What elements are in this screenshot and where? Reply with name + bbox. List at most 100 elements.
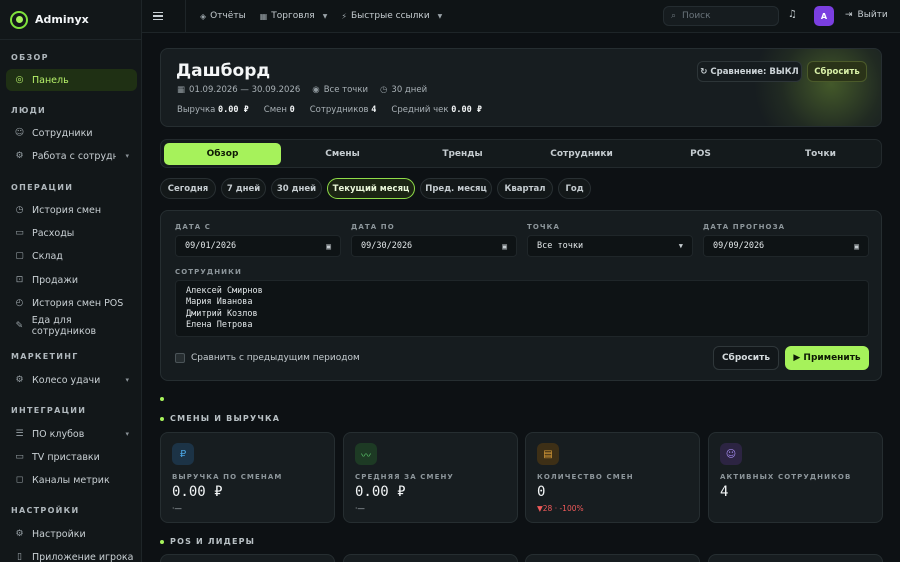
topbar-link-trade[interactable]: ▦ Торговля ▼ xyxy=(260,11,328,21)
clock-icon: ◷ xyxy=(15,205,24,215)
date-to-field[interactable]: 09/30/2026 ▣ xyxy=(351,235,517,257)
chevron-down-icon: ▾ xyxy=(125,430,129,438)
search-icon: ⌕ xyxy=(671,11,677,21)
box-icon: ▢ xyxy=(15,251,24,261)
cart-icon: ⊡ xyxy=(15,275,24,285)
forecast-date-field[interactable]: 09/09/2026 ▣ xyxy=(703,235,869,257)
stat-label: Смен xyxy=(263,105,287,115)
kpi-delta: ·— xyxy=(172,504,182,513)
sidebar-item-label: История смен POS xyxy=(32,297,124,309)
date-range: ▦ 01.09.2026 — 30.09.2026 xyxy=(177,85,300,95)
phone-icon: ▯ xyxy=(17,552,22,562)
sidebar-item-shift-history[interactable]: ◷ История смен xyxy=(6,199,137,221)
sidebar-item-club-software[interactable]: ☰ ПО клубов ▾ xyxy=(6,423,137,445)
period-year[interactable]: Год xyxy=(558,178,591,199)
sidebar-item-label: История смен xyxy=(32,204,102,216)
tab-shifts[interactable]: Смены xyxy=(284,143,401,165)
tab-employees[interactable]: Сотрудники xyxy=(523,143,640,165)
chevron-down-icon: ▾ xyxy=(125,376,129,384)
sidebar-item-settings[interactable]: ⚙ Настройки xyxy=(6,523,137,545)
apply-button[interactable]: ▶ Применить xyxy=(785,346,869,370)
bell-icon[interactable]: ♫ xyxy=(788,9,797,20)
stat-employees: Сотрудников 4 xyxy=(310,105,377,115)
people-icon: ☺ xyxy=(720,443,742,465)
calendar-icon[interactable]: ▣ xyxy=(854,242,859,251)
period-7-days[interactable]: 7 дней xyxy=(221,178,266,199)
sidebar-item-label: Продажи xyxy=(32,274,79,286)
sidebar-item-expenses[interactable]: ▭ Расходы xyxy=(6,222,137,244)
period-today[interactable]: Сегодня xyxy=(160,178,216,199)
tab-overview[interactable]: Обзор xyxy=(164,143,281,165)
stat-shifts: Смен 0 xyxy=(264,105,295,115)
compare-toggle-button[interactable]: ↻ Сравнение: ВЫКЛ xyxy=(697,61,802,82)
checkbox-box[interactable] xyxy=(175,353,185,363)
ruble-icon: ₽ xyxy=(172,443,194,465)
sidebar: Adminyx ОБЗОР ◎ Панель ЛЮДИ ☺ Сотрудники… xyxy=(0,0,142,562)
tab-pos[interactable]: POS xyxy=(642,143,759,165)
sidebar-item-label: Еда для сотрудников xyxy=(31,315,97,337)
employee-option[interactable]: Елена Петрова xyxy=(186,320,858,331)
menu-icon[interactable] xyxy=(153,11,163,21)
topbar-link-quick-links[interactable]: ⚡ Быстрые ссылки ▼ xyxy=(341,11,442,21)
filters-panel: ДАТА С 09/01/2026 ▣ ДАТА ПО 09/30/2026 ▣… xyxy=(160,210,882,381)
sidebar-item-employees[interactable]: ☺ Сотрудники xyxy=(6,122,137,144)
stat-value: 4 xyxy=(371,105,377,115)
caret-down-icon: ▼ xyxy=(437,12,443,20)
avatar[interactable]: A xyxy=(814,6,834,26)
kpi-label: СРЕДНЯЯ ЗА СМЕНУ xyxy=(355,473,454,481)
tab-points[interactable]: Точки xyxy=(762,143,879,165)
compare-checkbox[interactable]: Сравнить с предыдущим периодом xyxy=(175,353,360,363)
briefcase-icon: ⚙ xyxy=(15,151,24,161)
search-input[interactable]: ⌕ Поиск xyxy=(663,6,779,26)
sidebar-item-metric-channels[interactable]: ◻ Каналы метрик xyxy=(6,469,137,491)
tv-icon: ▭ xyxy=(15,452,24,462)
employee-option[interactable]: Алексей Смирнов xyxy=(186,286,858,297)
period-quarter[interactable]: Квартал xyxy=(497,178,553,199)
sidebar-item-sales[interactable]: ⊡ Продажи xyxy=(6,269,137,291)
logout-label: Выйти xyxy=(857,10,888,20)
brand-name: Adminyx xyxy=(35,13,89,26)
section-dot xyxy=(160,540,164,544)
reset-button[interactable]: Сбросить xyxy=(713,346,779,370)
date-from-value: 09/01/2026 xyxy=(185,241,237,251)
logout-button[interactable]: ⇥ Выйти xyxy=(845,10,888,20)
calendar-icon[interactable]: ▣ xyxy=(502,242,507,251)
period-30-days[interactable]: 30 дней xyxy=(271,178,322,199)
period-current-month[interactable]: Текущий месяц xyxy=(327,178,415,199)
topbar-link-reports[interactable]: ◈ Отчёты xyxy=(200,11,246,21)
sidebar-item-label: Колесо удачи xyxy=(32,374,101,386)
gear-icon: ⚙ xyxy=(15,529,24,539)
location-text: Все точки xyxy=(323,85,368,95)
period-previous-month[interactable]: Пред. месяц xyxy=(420,178,492,199)
sidebar-item-label: Расходы xyxy=(32,227,75,239)
section-dot xyxy=(160,417,164,421)
sidebar-item-employee-work[interactable]: ⚙ Работа с сотрудниками ▾ xyxy=(6,145,137,167)
sidebar-item-tv[interactable]: ▭ TV приставки xyxy=(6,446,137,468)
brand[interactable]: Adminyx xyxy=(0,0,141,40)
sidebar-item-label: Склад xyxy=(32,250,63,262)
date-from-field[interactable]: 09/01/2026 ▣ xyxy=(175,235,341,257)
kpi-card-active-employees: ☺ АКТИВНЫХ СОТРУДНИКОВ 4 xyxy=(708,432,883,523)
sidebar-item-pos-history[interactable]: ◴ История смен POS xyxy=(6,292,137,314)
sidebar-item-dashboard[interactable]: ◎ Панель xyxy=(6,69,137,91)
sidebar-item-lucky-wheel[interactable]: ⚙ Колесо удачи ▾ xyxy=(6,369,137,391)
stat-label: Средний чек xyxy=(391,105,449,115)
point-select[interactable]: Все точки ▼ xyxy=(527,235,693,257)
nav-section-operations: ОПЕРАЦИИ xyxy=(11,183,74,192)
employee-option[interactable]: Мария Иванова xyxy=(186,297,858,308)
pos-card xyxy=(708,554,883,562)
employee-option[interactable]: Дмитрий Козлов xyxy=(186,309,858,320)
reset-button-top[interactable]: Сбросить xyxy=(807,61,867,82)
sidebar-item-player-app[interactable]: ▯ Приложение игрока xyxy=(6,546,137,562)
software-icon: ☰ xyxy=(15,429,24,439)
sidebar-item-staff-food[interactable]: ✎ Еда для сотрудников xyxy=(6,315,137,337)
location: ◉ Все точки xyxy=(312,85,368,95)
stat-label: Сотрудников xyxy=(309,105,369,115)
employees-multiselect[interactable]: Алексей Смирнов Мария Иванова Дмитрий Ко… xyxy=(175,280,869,337)
pos-card xyxy=(160,554,335,562)
sidebar-item-warehouse[interactable]: ▢ Склад xyxy=(6,245,137,267)
sidebar-item-label: ПО клубов xyxy=(32,428,85,440)
wallet-icon: ▭ xyxy=(15,228,24,238)
calendar-icon[interactable]: ▣ xyxy=(326,242,331,251)
tab-trends[interactable]: Тренды xyxy=(404,143,521,165)
